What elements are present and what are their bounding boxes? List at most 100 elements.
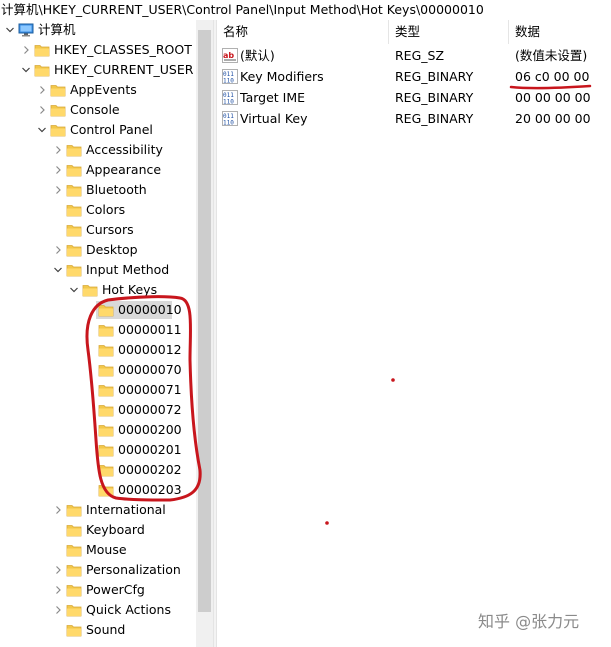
value-row[interactable]: ab (默认) REG_SZ (数值未设置) bbox=[217, 45, 611, 66]
folder-icon bbox=[66, 225, 82, 237]
chevron-right-icon[interactable] bbox=[38, 105, 46, 115]
chevron-down-icon[interactable] bbox=[22, 65, 30, 75]
value-type: REG_BINARY bbox=[395, 111, 474, 126]
tree-node[interactable]: Mouse bbox=[0, 540, 196, 560]
tree-node[interactable]: 00000202 bbox=[0, 460, 196, 480]
value-row[interactable]: 011 110 Key Modifiers REG_BINARY 06 c0 00 00 bbox=[217, 66, 611, 87]
tree-node[interactable]: 00000012 bbox=[0, 340, 196, 360]
tree-node[interactable]: HKEY_CLASSES_ROOT bbox=[0, 40, 196, 60]
chevron-down-icon[interactable] bbox=[70, 285, 78, 295]
chevron-right-icon[interactable] bbox=[38, 85, 46, 95]
chevron-down-icon[interactable] bbox=[54, 265, 62, 275]
tree-node[interactable]: 00000203 bbox=[0, 480, 196, 500]
folder-icon bbox=[98, 325, 114, 337]
tree-node-label: Sound bbox=[86, 622, 126, 637]
tree-node[interactable]: International bbox=[0, 500, 196, 520]
tree-node[interactable]: Sound bbox=[0, 620, 196, 640]
value-data: 00 00 00 00 bbox=[515, 90, 591, 105]
chevron-right-icon[interactable] bbox=[22, 45, 30, 55]
chevron-right-icon[interactable] bbox=[54, 585, 62, 595]
tree-node[interactable]: Accessibility bbox=[0, 140, 196, 160]
value-row[interactable]: 011 110 Virtual Key REG_BINARY 20 00 00 00 bbox=[217, 108, 611, 129]
tree-node-label: 00000012 bbox=[118, 342, 182, 357]
column-headers: 名称 类型 数据 bbox=[217, 20, 611, 44]
tree-node-label: Colors bbox=[86, 202, 126, 217]
chevron-right-icon[interactable] bbox=[54, 565, 62, 575]
chevron-right-icon[interactable] bbox=[54, 185, 62, 195]
tree-node[interactable]: Cursors bbox=[0, 220, 196, 240]
tree-node[interactable]: Console bbox=[0, 100, 196, 120]
tree-node-label: 00000201 bbox=[118, 442, 182, 457]
chevron-right-icon[interactable] bbox=[54, 165, 62, 175]
tree-node-label: Cursors bbox=[86, 222, 134, 237]
folder-icon bbox=[66, 245, 82, 257]
value-type: REG_BINARY bbox=[395, 69, 474, 84]
value-name: Target IME bbox=[240, 90, 306, 105]
registry-tree[interactable]: 计算机 HKEY_CLASSES_ROOT HKEY_CURRENT_USER App… bbox=[0, 20, 196, 647]
column-header-type[interactable]: 类型 bbox=[395, 20, 420, 44]
value-name: (默认) bbox=[240, 48, 275, 63]
tree-node-label: 00000200 bbox=[118, 422, 182, 437]
tree-node[interactable]: Personalization bbox=[0, 560, 196, 580]
svg-text:110: 110 bbox=[223, 120, 234, 127]
tree-node[interactable]: 00000200 bbox=[0, 420, 196, 440]
folder-icon bbox=[66, 605, 82, 617]
scrollbar-thumb[interactable] bbox=[198, 30, 211, 612]
tree-node-label: 00000202 bbox=[118, 462, 182, 477]
tree-node[interactable]: 00000071 bbox=[0, 380, 196, 400]
tree-node-label: Keyboard bbox=[86, 522, 145, 537]
tree-node[interactable]: 计算机 bbox=[0, 20, 196, 40]
values-list[interactable]: 名称 类型 数据 ab (默认) REG_SZ (数值未设置) 011 110 Key Mo… bbox=[217, 20, 611, 647]
folder-icon bbox=[98, 305, 114, 317]
tree-node[interactable]: Colors bbox=[0, 200, 196, 220]
folder-icon bbox=[66, 265, 82, 277]
folder-icon bbox=[66, 525, 82, 537]
chevron-right-icon[interactable] bbox=[54, 245, 62, 255]
folder-icon bbox=[98, 385, 114, 397]
folder-icon bbox=[66, 505, 82, 517]
tree-node[interactable]: Bluetooth bbox=[0, 180, 196, 200]
column-divider[interactable] bbox=[388, 20, 389, 44]
tree-node-label: Accessibility bbox=[86, 142, 163, 157]
tree-node[interactable]: 00000011 bbox=[0, 320, 196, 340]
tree-node[interactable]: PowerCfg bbox=[0, 580, 196, 600]
folder-icon bbox=[98, 465, 114, 477]
tree-node-label: Personalization bbox=[86, 562, 181, 577]
folder-icon bbox=[98, 345, 114, 357]
tree-node[interactable]: Control Panel bbox=[0, 120, 196, 140]
chevron-right-icon[interactable] bbox=[54, 505, 62, 515]
tree-node[interactable]: Keyboard bbox=[0, 520, 196, 540]
chevron-down-icon[interactable] bbox=[38, 125, 46, 135]
folder-icon bbox=[66, 205, 82, 217]
folder-icon bbox=[66, 565, 82, 577]
tree-node[interactable]: 00000070 bbox=[0, 360, 196, 380]
watermark: 知乎 @张力元 bbox=[478, 612, 580, 631]
tree-node[interactable]: Appearance bbox=[0, 160, 196, 180]
column-divider[interactable] bbox=[508, 20, 509, 44]
tree-node[interactable]: Desktop bbox=[0, 240, 196, 260]
tree-node[interactable]: Input Method bbox=[0, 260, 196, 280]
folder-icon bbox=[66, 165, 82, 177]
value-row[interactable]: 011 110 Target IME REG_BINARY 00 00 00 00 bbox=[217, 87, 611, 108]
column-header-data[interactable]: 数据 bbox=[515, 20, 540, 44]
tree-node[interactable]: 00000010 bbox=[0, 300, 196, 320]
chevron-down-icon[interactable] bbox=[6, 25, 14, 35]
address-bar[interactable]: 计算机\HKEY_CURRENT_USER\Control Panel\Inpu… bbox=[0, 0, 611, 21]
tree-node[interactable]: Quick Actions bbox=[0, 600, 196, 620]
column-header-name[interactable]: 名称 bbox=[223, 20, 248, 44]
tree-node-label: Appearance bbox=[86, 162, 162, 177]
tree-node-label: Input Method bbox=[86, 262, 170, 277]
tree-node-label: Control Panel bbox=[70, 122, 153, 137]
folder-icon bbox=[98, 485, 114, 497]
chevron-right-icon[interactable] bbox=[54, 605, 62, 615]
tree-node[interactable]: Hot Keys bbox=[0, 280, 196, 300]
tree-vertical-scrollbar[interactable] bbox=[196, 20, 213, 647]
svg-text:110: 110 bbox=[223, 78, 234, 85]
tree-node[interactable]: AppEvents bbox=[0, 80, 196, 100]
chevron-right-icon[interactable] bbox=[54, 145, 62, 155]
tree-node[interactable]: HKEY_CURRENT_USER bbox=[0, 60, 196, 80]
tree-node[interactable]: 00000072 bbox=[0, 400, 196, 420]
tree-node-label: 00000011 bbox=[118, 322, 182, 337]
tree-node[interactable]: 00000201 bbox=[0, 440, 196, 460]
folder-icon bbox=[50, 85, 66, 97]
